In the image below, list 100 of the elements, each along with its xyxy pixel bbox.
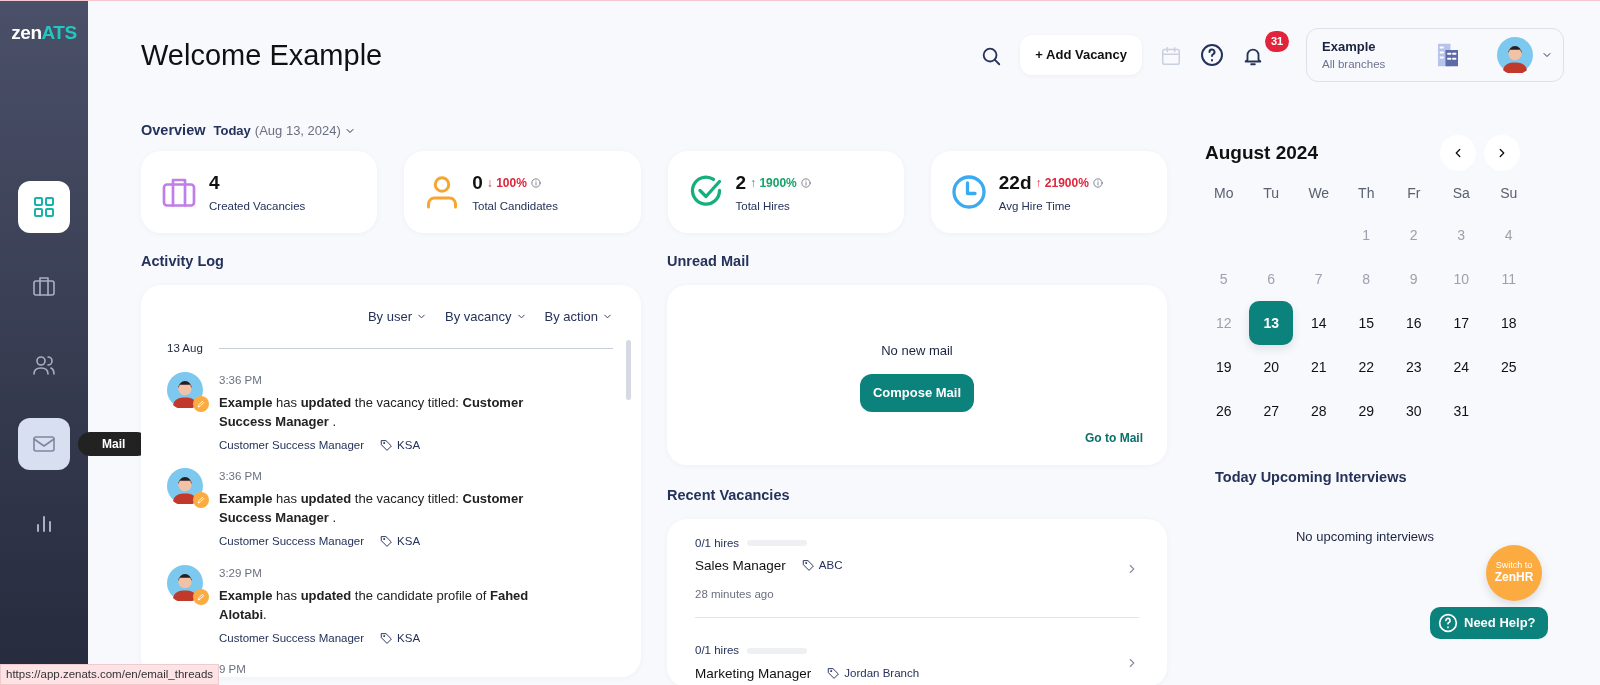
stat-label: Avg Hire Time [998,198,1072,214]
edit-icon [193,588,209,605]
filter-dropdown[interactable]: By action [544,306,613,327]
stat-label: Total Hires [735,198,791,214]
vacancy-title: Sales Manager [695,556,786,575]
vacancy-name: Customer Success Manager [219,437,365,453]
go-to-mail-link[interactable]: Go to Mail [1085,428,1143,447]
activity-time: 9 PM [219,662,246,677]
vacancy-item[interactable]: 0/1 hires Sales Manager ABC 28 minutes ago [695,534,1139,618]
calendar-day[interactable]: 29 [1344,389,1389,433]
calendar-day[interactable]: 22 [1344,345,1389,389]
add-vacancy-button[interactable]: + Add Vacancy [1020,35,1142,75]
section-title: Activity Log [141,252,225,271]
hires-count: 0/1 hires [695,535,740,551]
tag-label: KSA [397,437,421,453]
period-dropdown[interactable]: Today (Aug 13, 2024) [213,121,356,141]
nav-item[interactable] [18,180,70,233]
calendar-day[interactable]: 16 [1391,301,1436,345]
calendar-day[interactable]: 17 [1439,301,1484,345]
weekday-label: We [1307,184,1331,203]
edit-icon [193,395,209,412]
stat-value: 0 [472,171,483,196]
calendar-day[interactable]: 21 [1296,345,1341,389]
avatar [167,564,203,601]
vacancy-name: Customer Success Manager [219,630,365,646]
calendar-day[interactable]: 30 [1391,389,1436,433]
activity-text: Example has updated the candidate profile of Fahed Alotabi. [219,586,530,624]
nav-item[interactable] [18,417,70,470]
account-name: Example [1322,37,1377,56]
date-label: 13 Aug [167,341,203,357]
page-title: Welcome Example [141,37,383,73]
calendar-day[interactable]: 14 [1296,301,1341,345]
activity-time: 3:29 PM [219,565,263,581]
weekday-label: Tu [1262,184,1281,203]
calendar-day[interactable]: 20 [1249,345,1294,389]
activity-time: 3:36 PM [219,469,263,484]
stat-change: ↑ 1900% [750,175,797,193]
info-icon [530,178,541,189]
scrollbar[interactable] [626,339,631,400]
tag-icon [801,559,815,573]
tag-icon [827,667,841,681]
calendar-day[interactable]: 31 [1439,389,1484,433]
calendar-day[interactable]: 13 [1249,301,1294,345]
stat-label: Total Candidates [472,198,558,214]
avatar [167,468,203,504]
section-title: Today Upcoming Interviews [1215,468,1408,487]
notification-count: 31 [1265,31,1290,52]
weekday-label: Su [1499,184,1519,203]
time-ago: 28 minutes ago [695,587,775,602]
calendar-day[interactable]: 23 [1391,345,1436,389]
filter-dropdown[interactable]: By vacancy [445,306,527,327]
help-icon [1200,43,1224,68]
section-title: Overview [141,121,206,141]
tag-label: Jordan Branch [844,666,920,681]
stat-value: 2 [735,171,747,196]
status-url: https://app.zenats.com/en/email_threads [0,663,220,685]
weekday-label: Mo [1213,184,1235,203]
avatar [167,371,203,408]
calendar-day[interactable]: 18 [1486,301,1531,345]
calendar-day[interactable]: 27 [1249,389,1294,433]
section-title: Unread Mail [667,252,751,271]
weekday-label: Th [1357,184,1376,203]
compose-mail-button[interactable]: Compose Mail [859,374,975,412]
logo: zenATS [11,21,77,45]
edit-icon [193,492,209,508]
tag-icon [380,535,394,549]
info-icon [1092,178,1103,189]
stat-change: ↓ 100% [486,175,527,193]
vacancy-name: Customer Success Manager [219,534,365,550]
account-switcher[interactable]: Example All branches [1306,27,1564,83]
help-button[interactable] [1200,42,1224,68]
tag-icon [380,438,394,452]
calendar-day[interactable]: 26 [1201,389,1246,433]
calendar-month: August 2024 [1205,140,1318,165]
dashboard-icon [32,194,56,219]
stat-value: 4 [209,171,220,196]
need-help-button[interactable]: Need Help? [1430,607,1548,639]
activity-text: Example has updated the vacancy titled: Customer Success Manager . [219,393,525,431]
activity-time: 3:36 PM [219,372,263,388]
calendar-day[interactable]: 24 [1439,345,1484,389]
calendar-icon [1160,44,1182,67]
avatar [1497,37,1533,73]
help-icon [1438,613,1458,633]
tag-icon [380,631,394,645]
stat-label: Created Vacancies [209,198,306,214]
section-title: Recent Vacancies [667,485,791,505]
calendar-day[interactable]: 25 [1486,345,1531,389]
stat-value: 22d [998,171,1032,196]
activity-text: Example has updated the vacancy titled: Customer Success Manager . [219,490,525,528]
calendar-day[interactable]: 19 [1201,345,1246,389]
calendar-day[interactable]: 15 [1344,301,1389,345]
tag-label: KSA [397,534,421,550]
calendar-day[interactable]: 28 [1296,389,1341,433]
info-icon [800,178,811,189]
filter-dropdown[interactable]: By user [367,306,428,327]
branch-scope: All branches [1322,57,1387,73]
vacancy-item[interactable]: 0/1 hires Marketing Manager Jordan Branch [695,617,1139,685]
tag-label: ABC [818,558,843,574]
weekday-label: Sa [1451,184,1471,203]
weekday-label: Fr [1406,184,1422,203]
